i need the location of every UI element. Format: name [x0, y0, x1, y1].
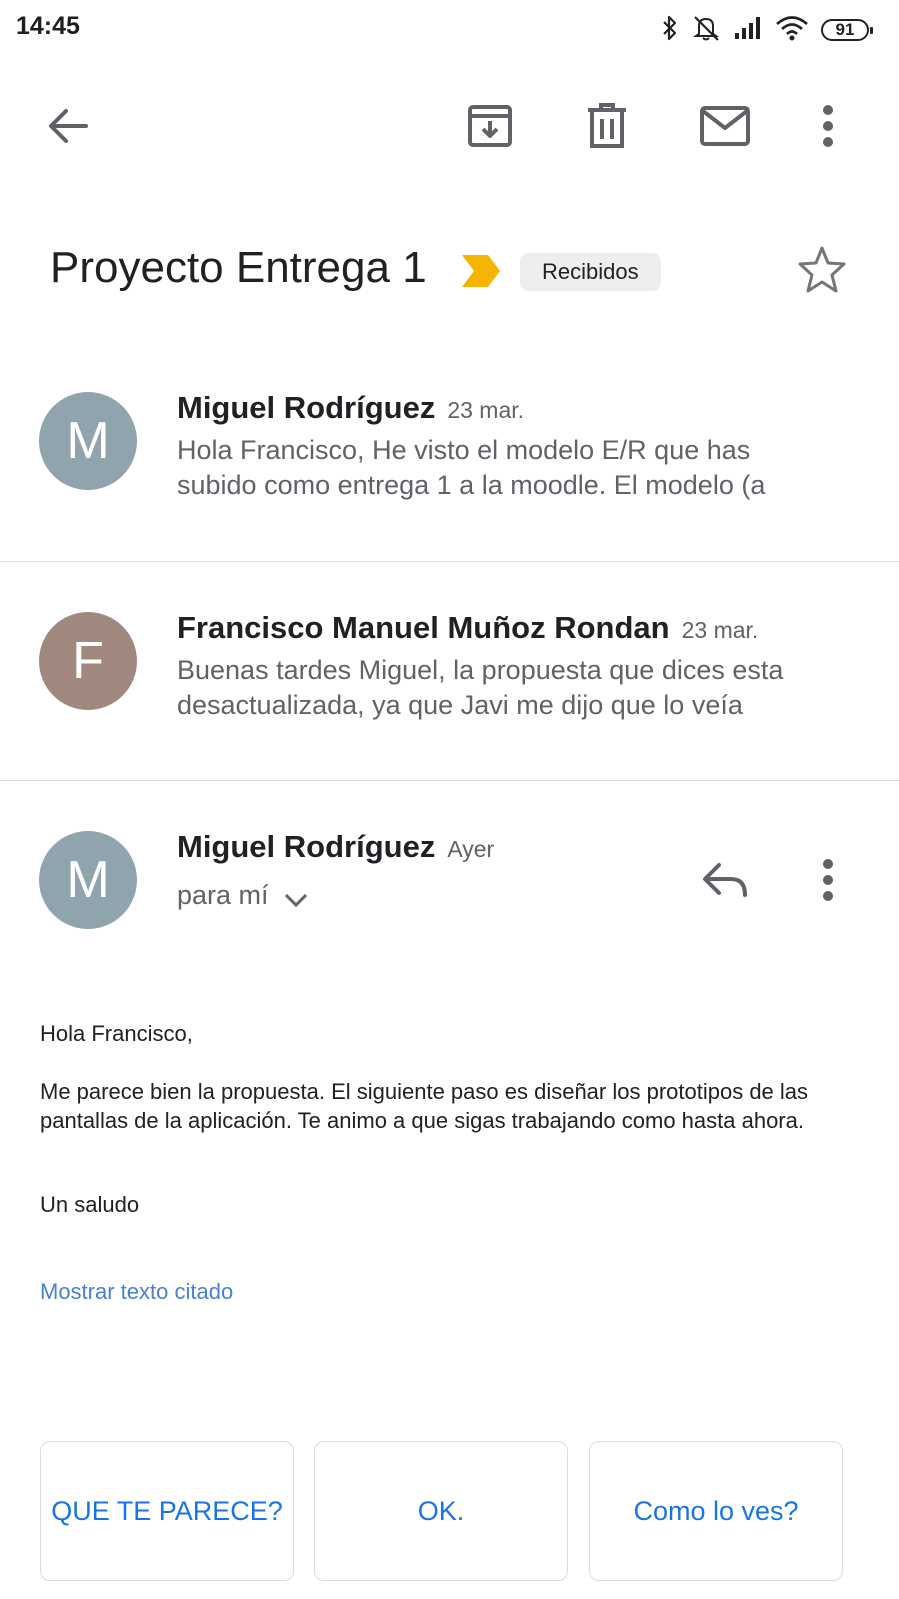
expanded-message-header: Miguel Rodríguez Ayer	[177, 829, 494, 865]
thread-subject: Proyecto Entrega 1	[50, 243, 427, 292]
status-time: 14:45	[16, 12, 80, 40]
star-icon	[798, 246, 846, 293]
recipient-details-toggle[interactable]: para mí	[177, 880, 309, 911]
reply-button[interactable]	[693, 848, 757, 912]
message-snippet: Buenas tardes Miguel, la propuesta que d…	[177, 653, 857, 723]
mark-unread-button[interactable]	[693, 94, 757, 158]
divider	[0, 561, 899, 562]
message-closing: Un saludo	[40, 1192, 140, 1217]
delete-button[interactable]	[575, 94, 639, 158]
message-date: 23 mar.	[447, 397, 525, 423]
label-chip-inbox[interactable]: Recibidos	[520, 253, 661, 291]
label-chip-text: Recibidos	[542, 259, 639, 284]
sender-name: Miguel Rodríguez	[177, 390, 436, 425]
snippet-line: desactualizada, ya que Javi me dijo que …	[177, 690, 743, 720]
signal-icon	[733, 15, 763, 46]
message-date: Ayer	[447, 836, 495, 862]
archive-icon	[468, 105, 512, 147]
sender-name: Francisco Manuel Muñoz Rondan	[177, 610, 670, 645]
bluetooth-icon	[661, 14, 679, 47]
divider	[0, 780, 899, 781]
star-button[interactable]	[796, 244, 848, 301]
chevron-down-icon	[284, 893, 307, 907]
message-paragraph: Me parece bien la propuesta. El siguient…	[40, 1079, 809, 1133]
message-more-options-button[interactable]	[796, 848, 860, 912]
sender-name: Miguel Rodríguez	[177, 829, 436, 864]
avatar: M	[39, 392, 137, 490]
alarm-off-icon	[691, 14, 721, 47]
delete-icon	[588, 103, 626, 148]
recipient-text: para mí	[177, 880, 269, 910]
smart-reply-button[interactable]: OK.	[314, 1441, 568, 1581]
wifi-icon	[775, 14, 809, 47]
more-vert-icon	[823, 105, 833, 147]
avatar-initial: F	[72, 632, 104, 690]
message-greeting: Hola Francisco,	[40, 1021, 193, 1046]
more-options-button[interactable]	[796, 94, 860, 158]
message-snippet: Hola Francisco, He visto el modelo E/R q…	[177, 433, 857, 503]
battery-icon: 91	[821, 19, 873, 41]
avatar-initial: M	[66, 851, 110, 909]
snippet-line: Buenas tardes Miguel, la propuesta que d…	[177, 655, 784, 685]
back-arrow-icon	[49, 109, 88, 143]
smart-reply-button[interactable]: Como lo ves?	[589, 1441, 843, 1581]
battery-level: 91	[835, 20, 855, 39]
snippet-line: Hola Francisco, He visto el modelo E/R q…	[177, 435, 751, 465]
message-date: 23 mar.	[681, 617, 759, 643]
avatar[interactable]: M	[39, 831, 137, 929]
show-quoted-text-link[interactable]: Mostrar texto citado	[40, 1279, 233, 1305]
more-vert-icon	[823, 859, 833, 901]
collapsed-message-2[interactable]: F Francisco Manuel Muñoz Rondan 23 mar. …	[0, 590, 899, 780]
collapsed-message-1[interactable]: M Miguel Rodríguez 23 mar. Hola Francisc…	[0, 370, 899, 560]
smart-reply-button[interactable]: QUE TE PARECE?	[40, 1441, 294, 1581]
mark-unread-icon	[700, 106, 750, 146]
status-icons: 91	[661, 12, 873, 48]
back-button[interactable]	[36, 94, 100, 158]
reply-icon	[703, 863, 747, 897]
importance-marker-icon[interactable]	[460, 253, 502, 294]
avatar-initial: M	[66, 412, 110, 470]
avatar: F	[39, 612, 137, 710]
snippet-line: subido como entrega 1 a la moodle. El mo…	[177, 470, 766, 500]
archive-button[interactable]	[458, 94, 522, 158]
